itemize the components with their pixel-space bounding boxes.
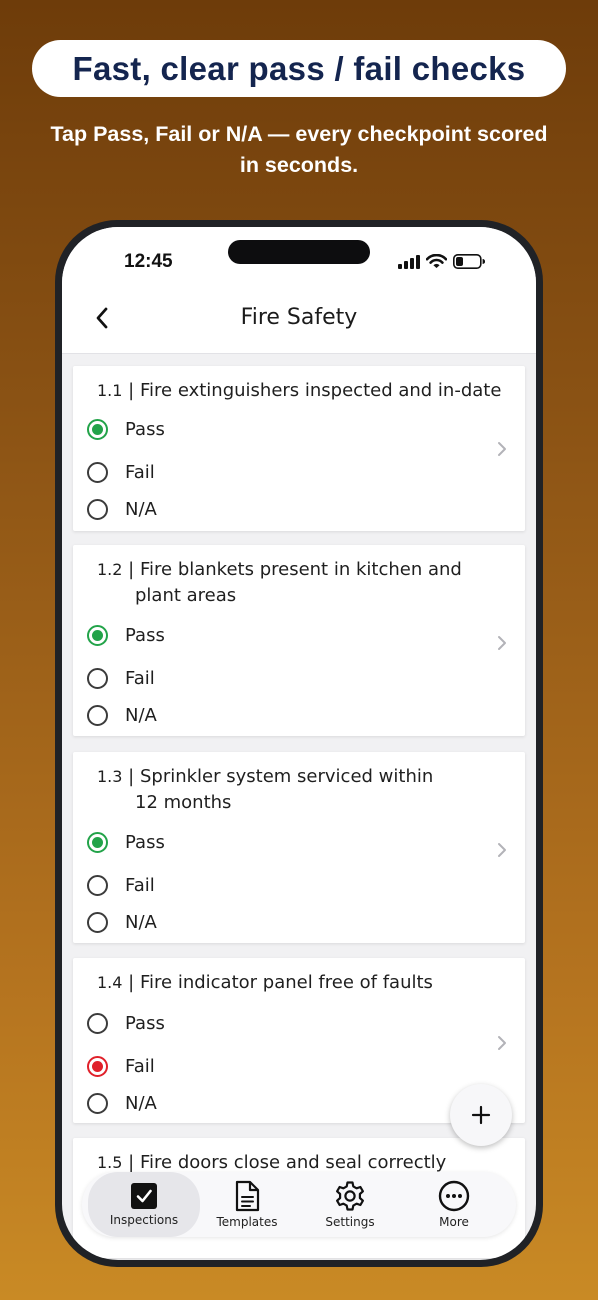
- pass-label: Pass: [125, 832, 165, 853]
- checkpoint-card[interactable]: 1.2 | Fire blankets present in kitchen a…: [73, 545, 525, 736]
- gear-icon: [336, 1181, 364, 1211]
- pass-label: Pass: [125, 625, 165, 646]
- separator: |: [122, 1152, 140, 1173]
- fail-label: Fail: [125, 875, 155, 896]
- tab-label: Settings: [325, 1215, 375, 1229]
- radio-icon[interactable]: [87, 912, 108, 933]
- tab-label: More: [439, 1215, 469, 1229]
- pass-label: Pass: [125, 1013, 165, 1034]
- dynamic-island: [228, 240, 370, 264]
- na-label: N/A: [125, 912, 157, 933]
- tab-more[interactable]: More: [402, 1172, 506, 1237]
- radio-selected-icon[interactable]: [87, 419, 108, 440]
- wifi-icon: [426, 254, 447, 268]
- checkpoint-text: Sprinkler system serviced within: [139, 766, 434, 787]
- page-title: Fire Safety: [240, 305, 358, 330]
- pass-option[interactable]: Pass: [87, 832, 165, 853]
- promo-subtitle: Tap Pass, Fail or N/A — every checkpoint…: [50, 122, 548, 177]
- na-label: N/A: [125, 1093, 157, 1114]
- checkpoint-text: Fire indicator panel free of faults: [139, 972, 433, 993]
- checkpoint-number: 1.3: [97, 767, 123, 786]
- checkpoint-text-line2: plant areas: [135, 585, 237, 606]
- tab-label: Inspections: [109, 1213, 179, 1227]
- tab-inspections[interactable]: Inspections: [88, 1172, 200, 1237]
- checkpoint-number: 1.2: [97, 560, 123, 579]
- headline-text: Fast, clear pass / fail checks: [72, 49, 526, 87]
- signal-icon: [398, 254, 420, 269]
- tab-settings[interactable]: Settings: [302, 1172, 398, 1237]
- chevron-right-icon[interactable]: [497, 842, 507, 858]
- na-option[interactable]: N/A: [87, 705, 157, 726]
- separator: |: [122, 380, 140, 401]
- chevron-right-icon[interactable]: [497, 635, 507, 651]
- checkpoint-number: 1.5: [97, 1153, 123, 1172]
- fail-option[interactable]: Fail: [87, 1056, 155, 1077]
- checkpoint-text: Fire blankets present in kitchen and: [139, 559, 462, 580]
- radio-icon[interactable]: [87, 705, 108, 726]
- more-icon: [438, 1180, 470, 1212]
- checkpoint-question: 1.1 | Fire extinguishers inspected and i…: [97, 378, 501, 404]
- separator: |: [122, 559, 140, 580]
- tab-label: Templates: [216, 1215, 278, 1229]
- fail-option[interactable]: Fail: [87, 668, 155, 689]
- radio-icon[interactable]: [87, 668, 108, 689]
- checkpoint-card[interactable]: 1.1 | Fire extinguishers inspected and i…: [73, 366, 525, 531]
- checkpoint-number: 1.1: [97, 381, 123, 400]
- checkpoint-text: Fire doors close and seal correctly: [139, 1152, 447, 1173]
- fail-option[interactable]: Fail: [87, 462, 155, 483]
- app-header: 12:45 Fire Safety: [62, 227, 536, 354]
- fail-label: Fail: [125, 668, 155, 689]
- na-option[interactable]: N/A: [87, 499, 157, 520]
- na-label: N/A: [125, 705, 157, 726]
- radio-icon[interactable]: [87, 1013, 108, 1034]
- na-option[interactable]: N/A: [87, 1093, 157, 1114]
- radio-icon[interactable]: [87, 462, 108, 483]
- status-icons: [398, 254, 485, 269]
- pass-option[interactable]: Pass: [87, 1013, 165, 1034]
- plus-icon: [471, 1105, 491, 1125]
- radio-icon[interactable]: [87, 1093, 108, 1114]
- checkpoint-number: 1.4: [97, 973, 123, 992]
- status-time: 12:45: [124, 251, 173, 272]
- checkpoint-text: Fire extinguishers inspected and in-date: [139, 380, 502, 401]
- tab-bar: Inspections Templates Settings More: [82, 1172, 516, 1237]
- na-label: N/A: [125, 499, 157, 520]
- tab-templates[interactable]: Templates: [200, 1172, 294, 1237]
- pass-option[interactable]: Pass: [87, 625, 165, 646]
- battery-icon: [453, 254, 485, 269]
- checkpoint-text-line2: 12 months: [135, 792, 232, 813]
- checkbox-icon: [131, 1183, 157, 1209]
- pass-label: Pass: [125, 419, 165, 440]
- chevron-right-icon[interactable]: [497, 1035, 507, 1051]
- headline-banner: Fast, clear pass / fail checks: [32, 40, 566, 97]
- fail-label: Fail: [125, 462, 155, 483]
- radio-icon[interactable]: [87, 499, 108, 520]
- radio-icon[interactable]: [87, 875, 108, 896]
- phone-screen: 12:45 Fire Safety 1.1 | Fire extinguishe…: [62, 227, 536, 1260]
- separator: |: [122, 972, 140, 993]
- separator: |: [122, 766, 140, 787]
- add-button[interactable]: [450, 1084, 512, 1146]
- checkpoint-question: 1.3 | Sprinkler system serviced within 1…: [97, 764, 433, 816]
- checkpoint-question: 1.4 | Fire indicator panel free of fault…: [97, 970, 433, 996]
- pass-option[interactable]: Pass: [87, 419, 165, 440]
- na-option[interactable]: N/A: [87, 912, 157, 933]
- fail-option[interactable]: Fail: [87, 875, 155, 896]
- chevron-right-icon[interactable]: [497, 441, 507, 457]
- radio-selected-icon[interactable]: [87, 625, 108, 646]
- checkpoint-question: 1.2 | Fire blankets present in kitchen a…: [97, 557, 462, 609]
- document-icon: [235, 1180, 260, 1212]
- fail-label: Fail: [125, 1056, 155, 1077]
- radio-selected-icon[interactable]: [87, 832, 108, 853]
- checkpoint-card[interactable]: 1.3 | Sprinkler system serviced within 1…: [73, 752, 525, 943]
- radio-selected-icon[interactable]: [87, 1056, 108, 1077]
